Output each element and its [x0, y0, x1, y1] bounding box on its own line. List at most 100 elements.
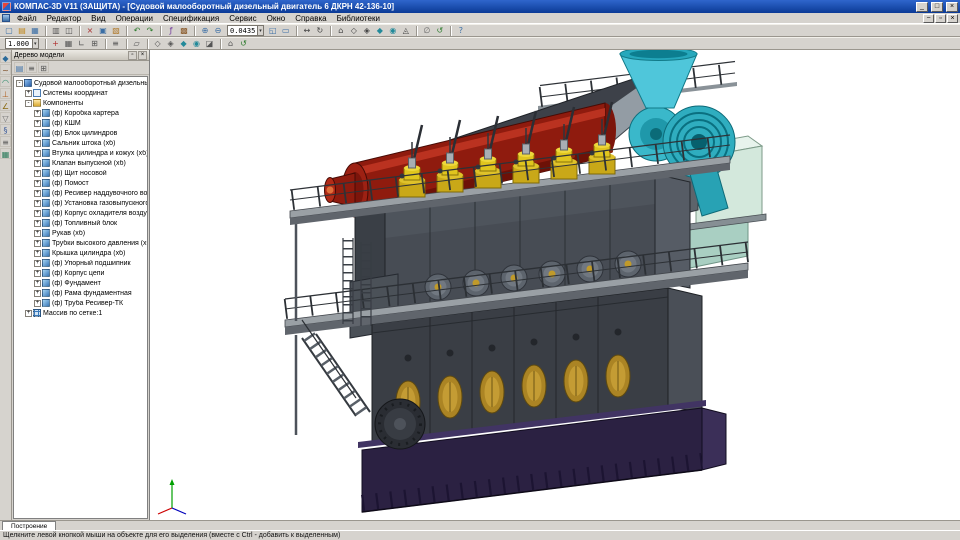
model-viewport[interactable]	[150, 50, 960, 520]
specification-icon[interactable]: §	[0, 124, 11, 135]
ortho-mode-icon[interactable]: ∟	[76, 38, 88, 49]
filters-icon[interactable]: ▽	[0, 112, 11, 123]
collapse-icon[interactable]: -	[25, 100, 32, 107]
refresh-view-icon[interactable]: ↺	[434, 25, 446, 36]
model-orientation-icon[interactable]: ⌂	[225, 38, 237, 49]
expand-icon[interactable]: +	[34, 160, 41, 167]
surfaces-icon[interactable]: ◠	[0, 76, 11, 87]
expand-icon[interactable]: +	[34, 200, 41, 207]
expand-icon[interactable]: +	[34, 290, 41, 297]
expand-icon[interactable]: +	[34, 150, 41, 157]
expand-icon[interactable]: +	[34, 120, 41, 127]
setup-grid-icon[interactable]: ▦	[63, 38, 75, 49]
engine-3d-view[interactable]	[150, 50, 960, 520]
shaded-edges-mode-icon[interactable]: ◉	[387, 25, 399, 36]
tree-item[interactable]: +(ф) Щит носовой	[14, 168, 147, 178]
menu-view[interactable]: Вид	[86, 13, 110, 24]
print-icon[interactable]: ▥	[50, 25, 62, 36]
menu-service[interactable]: Сервис	[224, 13, 261, 24]
new-document-icon[interactable]: ▢	[3, 25, 15, 36]
minimize-button[interactable]: _	[916, 2, 928, 12]
wireframe-mode-icon[interactable]: ◇	[348, 25, 360, 36]
help-icon[interactable]: ?	[455, 25, 467, 36]
zoom-in-icon[interactable]: ⊕	[199, 25, 211, 36]
tree-item[interactable]: +(ф) Ресивер наддувочного воздуха	[14, 188, 147, 198]
expand-icon[interactable]: +	[34, 210, 41, 217]
paste-icon[interactable]: ▧	[110, 25, 122, 36]
expand-icon[interactable]: +	[34, 190, 41, 197]
rotate-view-icon[interactable]: ↻	[314, 25, 326, 36]
variables-icon[interactable]: ƒ	[165, 25, 177, 36]
menu-help[interactable]: Справка	[290, 13, 331, 24]
tree-item[interactable]: +Крышка цилиндра (хб)	[14, 248, 147, 258]
tree-item[interactable]: +(ф) Труба Ресивер-ТК	[14, 298, 147, 308]
zoom-area-icon[interactable]: ▭	[280, 25, 292, 36]
scale-combo[interactable]: 1.000▾	[5, 38, 39, 49]
tree-item[interactable]: +(ф) Рама фундаментная	[14, 288, 147, 298]
expand-icon[interactable]: +	[34, 170, 41, 177]
expand-icon[interactable]: +	[34, 230, 41, 237]
layers-icon[interactable]: ≡	[110, 38, 122, 49]
tree-composition-icon[interactable]: ≡	[26, 62, 37, 73]
expand-icon[interactable]: +	[34, 180, 41, 187]
model-tree[interactable]: -Судовой малооборотный дизельный двигате…	[13, 76, 148, 519]
mdi-restore-button[interactable]: ▫	[935, 14, 946, 23]
expand-icon[interactable]: +	[34, 240, 41, 247]
close-button[interactable]: ×	[946, 2, 958, 12]
reports-icon[interactable]: ≡	[0, 136, 11, 147]
close-panel-icon[interactable]: ×	[138, 51, 147, 60]
tree-item[interactable]: +(ф) КШМ	[14, 118, 147, 128]
elements-arrangement-icon[interactable]: ▦	[0, 148, 11, 159]
tree-relations-icon[interactable]: ⊞	[38, 62, 49, 73]
tree-item[interactable]: +Сальник штока (хб)	[14, 138, 147, 148]
tree-item[interactable]: +Трубки высокого давления (хб)	[14, 238, 147, 248]
expand-icon[interactable]: +	[34, 140, 41, 147]
tree-item[interactable]: +(ф) Топливный блок	[14, 218, 147, 228]
print-preview-icon[interactable]: ◫	[63, 25, 75, 36]
tab-mode[interactable]: Построение	[2, 521, 56, 530]
auxiliary-geometry-icon[interactable]: ⊥	[0, 88, 11, 99]
edit-model-icon[interactable]: ◆	[0, 52, 11, 63]
hide-objects-icon[interactable]: ∅	[421, 25, 433, 36]
expand-icon[interactable]: +	[34, 130, 41, 137]
collapse-icon[interactable]: -	[16, 80, 23, 87]
open-document-icon[interactable]: ▤	[16, 25, 28, 36]
tree-item[interactable]: +(ф) Фундамент	[14, 278, 147, 288]
tree-item[interactable]: +(ф) Коробка картера	[14, 108, 147, 118]
expand-icon[interactable]: +	[34, 270, 41, 277]
mdi-close-button[interactable]: ×	[947, 14, 958, 23]
menu-operations[interactable]: Операции	[111, 13, 158, 24]
tree-item[interactable]: -Компоненты	[14, 98, 147, 108]
zoom-fit-icon[interactable]: ◱	[267, 25, 279, 36]
rebuild-model-icon[interactable]: ↺	[238, 38, 250, 49]
expand-icon[interactable]: +	[25, 310, 32, 317]
snap-settings-icon[interactable]: ⊞	[89, 38, 101, 49]
orientation-icon[interactable]: ⌂	[335, 25, 347, 36]
redo-icon[interactable]: ↷	[144, 25, 156, 36]
menu-window[interactable]: Окно	[262, 13, 291, 24]
tree-item[interactable]: +(ф) Помост	[14, 178, 147, 188]
pin-icon[interactable]: ▫	[128, 51, 137, 60]
sketch-mode-icon[interactable]: ▱	[131, 38, 143, 49]
model-shaded-icon[interactable]: ◆	[178, 38, 190, 49]
model-hidden-lines-icon[interactable]: ◈	[165, 38, 177, 49]
expand-icon[interactable]: +	[34, 280, 41, 287]
menu-editor[interactable]: Редактор	[42, 13, 86, 24]
library-manager-icon[interactable]: ▩	[178, 25, 190, 36]
titlebar[interactable]: КОМПАС-3D V11 (ЗАЩИТА) - [Судовой малооб…	[0, 0, 960, 13]
menu-file[interactable]: Файл	[12, 13, 42, 24]
model-wireframe-icon[interactable]: ◇	[152, 38, 164, 49]
tree-item[interactable]: +Рукав (хб)	[14, 228, 147, 238]
maximize-button[interactable]: □	[931, 2, 943, 12]
cut-icon[interactable]: ×	[84, 25, 96, 36]
expand-icon[interactable]: +	[34, 220, 41, 227]
copy-icon[interactable]: ▣	[97, 25, 109, 36]
tree-item[interactable]: +(ф) Упорный подшипник	[14, 258, 147, 268]
undo-icon[interactable]: ↶	[131, 25, 143, 36]
zoom-combo[interactable]: 0.0435▾	[227, 25, 264, 36]
measurements-3d-icon[interactable]: ∠	[0, 100, 11, 111]
tree-item[interactable]: +Клапан выпускной (хб)	[14, 158, 147, 168]
tree-item[interactable]: +Массив по сетке:1	[14, 308, 147, 318]
expand-icon[interactable]: +	[34, 260, 41, 267]
model-shaded-edges-icon[interactable]: ◉	[191, 38, 203, 49]
